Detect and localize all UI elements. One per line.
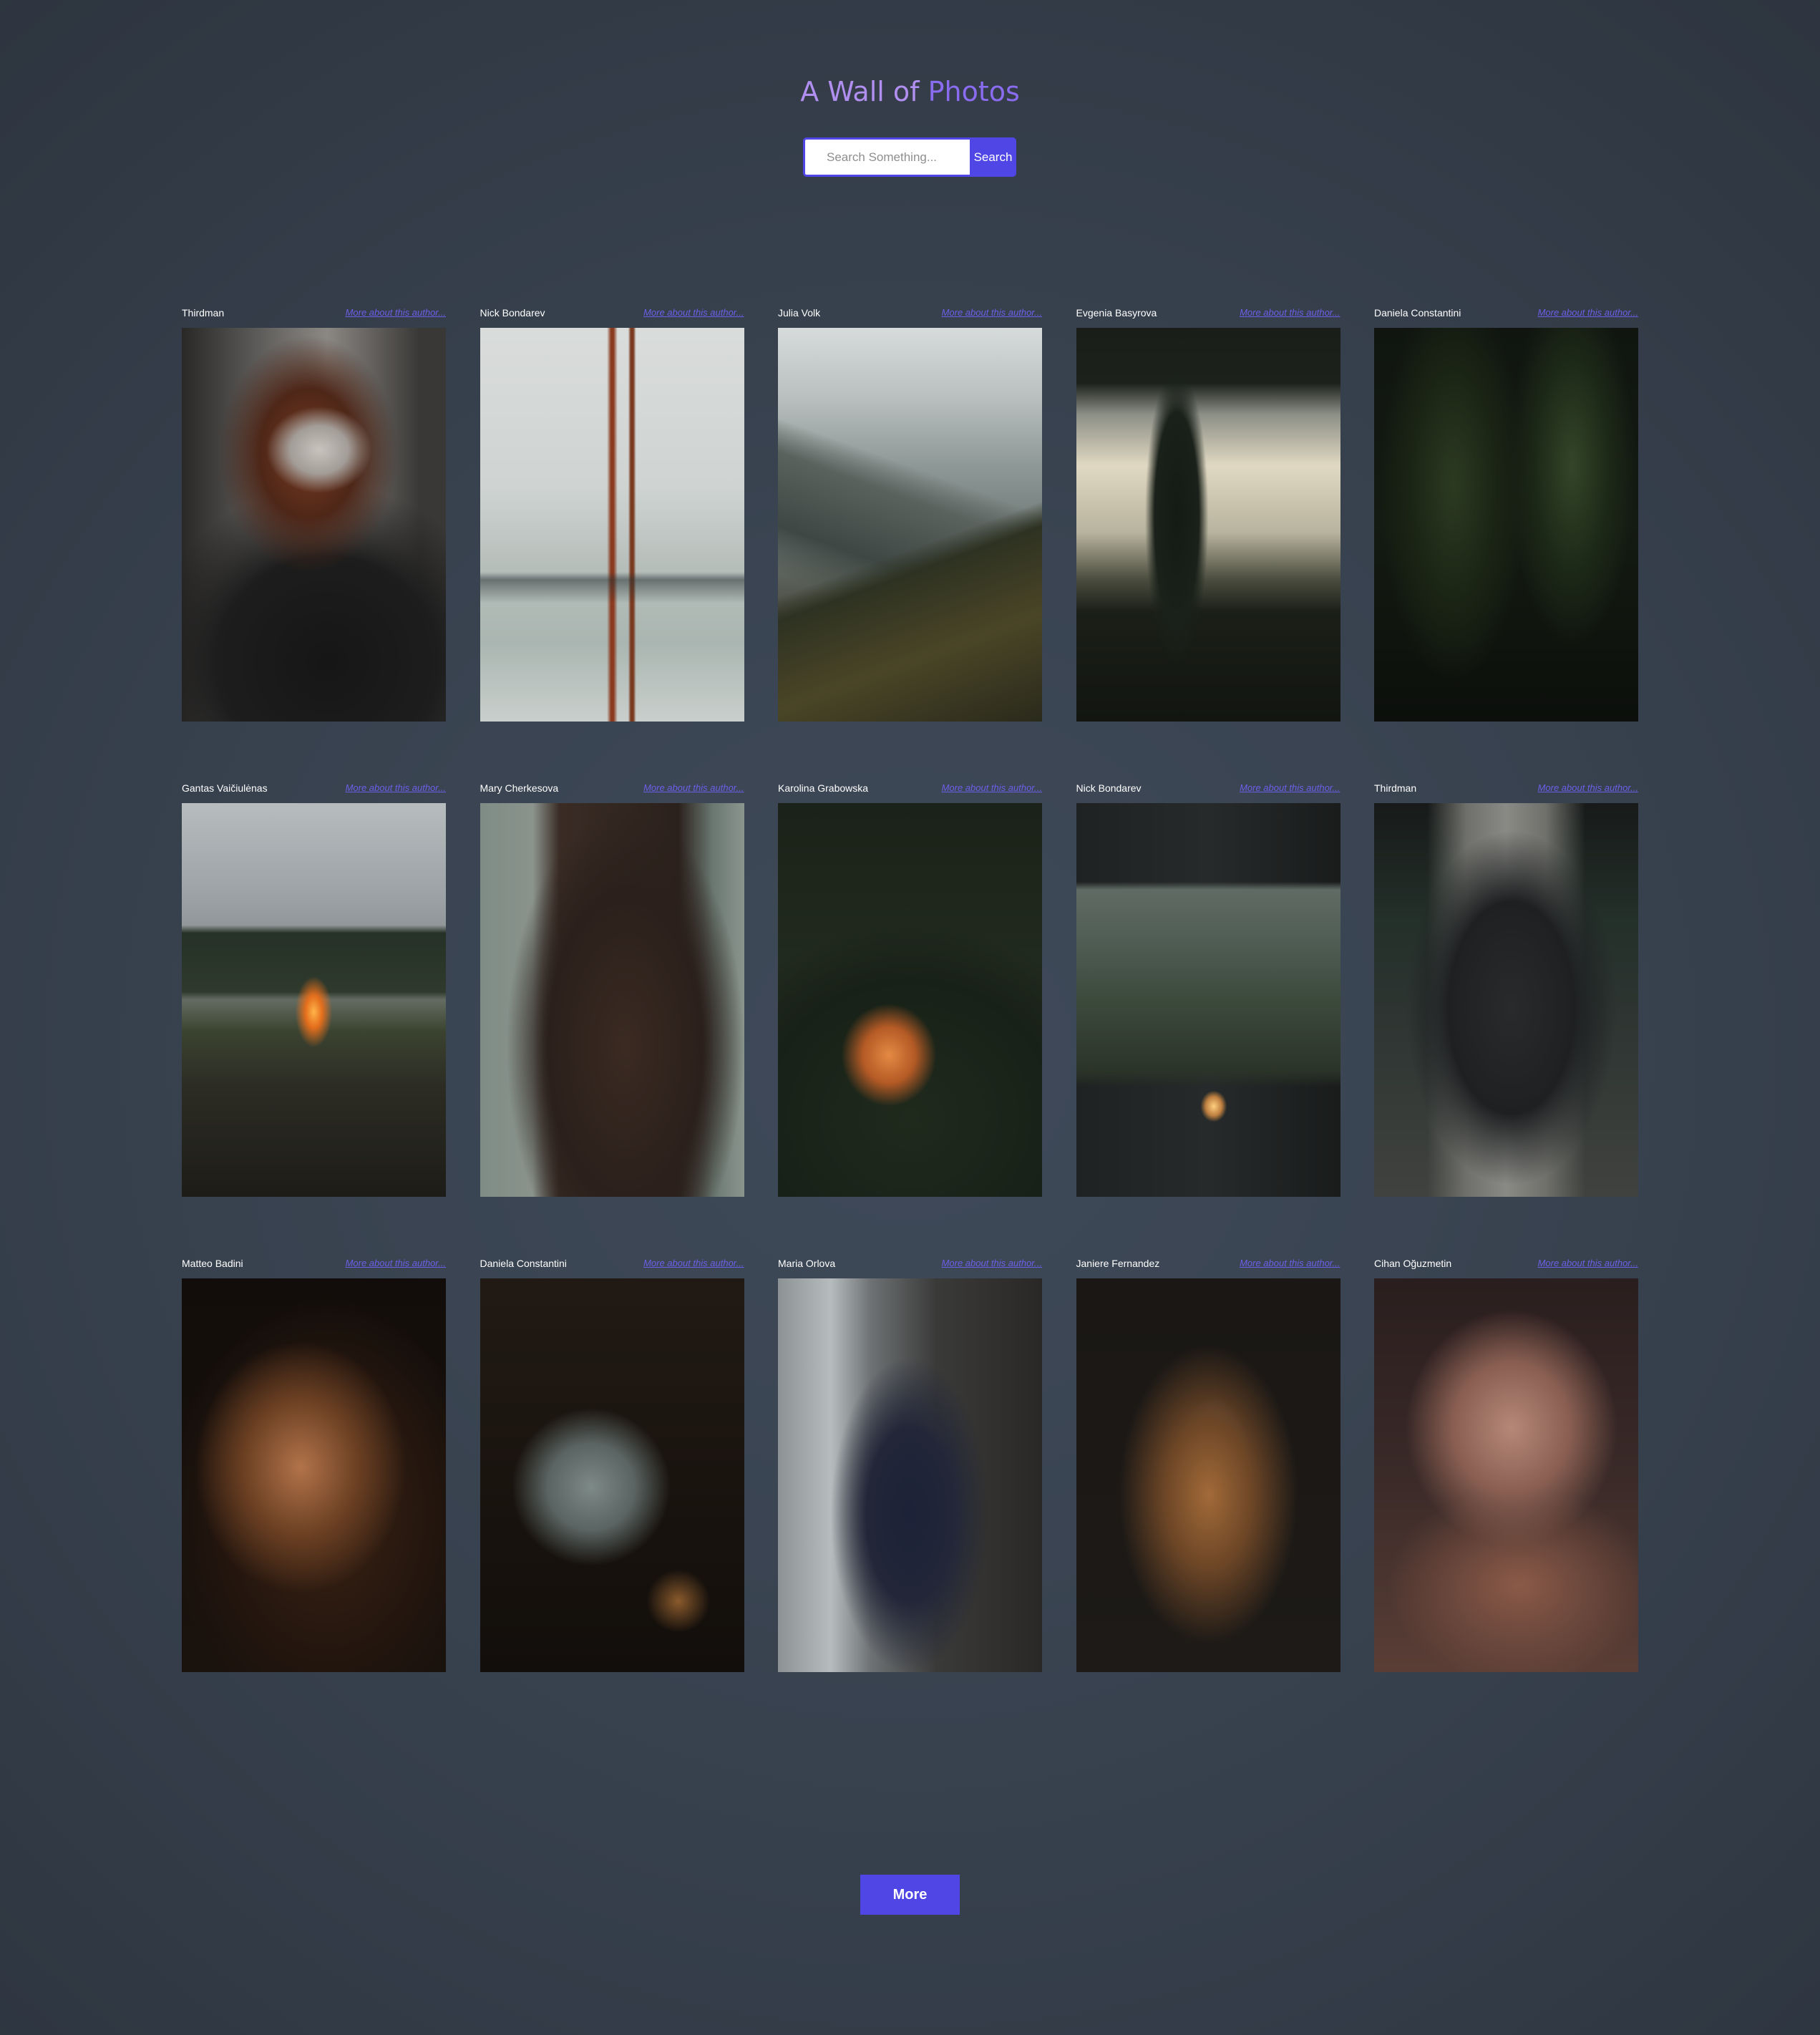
author-link[interactable]: More about this author...	[346, 1257, 446, 1270]
author-name: Daniela Constantini	[480, 1258, 567, 1269]
photo-card: Daniela Constantini More about this auth…	[1374, 306, 1638, 722]
author-name: Thirdman	[1374, 782, 1417, 794]
photo-card: Janiere Fernandez More about this author…	[1076, 1257, 1340, 1672]
author-name: Nick Bondarev	[1076, 782, 1142, 794]
photo-image[interactable]	[1076, 1278, 1340, 1672]
photo-card-header: Thirdman More about this author...	[1374, 782, 1638, 803]
photo-card-header: Karolina Grabowska More about this autho…	[778, 782, 1042, 803]
author-name: Matteo Badini	[182, 1258, 243, 1269]
photo-image[interactable]	[182, 328, 446, 722]
photo-card-header: Mary Cherkesova More about this author..…	[480, 782, 744, 803]
photo-card-header: Nick Bondarev More about this author...	[480, 306, 744, 328]
photo-image[interactable]	[778, 803, 1042, 1197]
author-link[interactable]: More about this author...	[643, 1257, 744, 1270]
photo-image[interactable]	[1076, 803, 1340, 1197]
photo-card-header: Nick Bondarev More about this author...	[1076, 782, 1340, 803]
author-link[interactable]: More about this author...	[346, 306, 446, 319]
author-name: Evgenia Basyrova	[1076, 307, 1157, 319]
more-button[interactable]: More	[860, 1875, 960, 1915]
author-link[interactable]: More about this author...	[1240, 782, 1340, 795]
photo-image[interactable]	[182, 803, 446, 1197]
author-link[interactable]: More about this author...	[346, 782, 446, 795]
photo-card: Mary Cherkesova More about this author..…	[480, 782, 744, 1197]
photo-card-header: Evgenia Basyrova More about this author.…	[1076, 306, 1340, 328]
search-button[interactable]: Search	[970, 137, 1016, 177]
photo-card-header: Thirdman More about this author...	[182, 306, 446, 328]
author-link[interactable]: More about this author...	[1240, 1257, 1340, 1270]
author-name: Nick Bondarev	[480, 307, 545, 319]
photo-card: Maria Orlova More about this author...	[778, 1257, 1042, 1672]
photo-card-header: Maria Orlova More about this author...	[778, 1257, 1042, 1278]
page-title: A Wall of Photos	[0, 76, 1820, 107]
author-name: Thirdman	[182, 307, 225, 319]
author-name: Mary Cherkesova	[480, 782, 559, 794]
photo-image[interactable]	[1374, 803, 1638, 1197]
author-link[interactable]: More about this author...	[1538, 782, 1638, 795]
author-name: Janiere Fernandez	[1076, 1258, 1160, 1269]
photo-card: Cihan Oğuzmetin More about this author..…	[1374, 1257, 1638, 1672]
photo-card: Thirdman More about this author...	[1374, 782, 1638, 1197]
author-name: Daniela Constantini	[1374, 307, 1461, 319]
author-name: Cihan Oğuzmetin	[1374, 1258, 1452, 1269]
photo-image[interactable]	[1374, 328, 1638, 722]
photo-card-header: Daniela Constantini More about this auth…	[480, 1257, 744, 1278]
photo-card: Matteo Badini More about this author...	[182, 1257, 446, 1672]
photo-image[interactable]	[778, 328, 1042, 722]
author-link[interactable]: More about this author...	[1538, 1257, 1638, 1270]
photo-card: Evgenia Basyrova More about this author.…	[1076, 306, 1340, 722]
page-title-part1: A Wall of	[800, 76, 928, 107]
photo-image[interactable]	[1374, 1278, 1638, 1672]
photo-grid: Thirdman More about this author... Nick …	[182, 306, 1638, 1672]
author-link[interactable]: More about this author...	[942, 782, 1042, 795]
photo-card: Thirdman More about this author...	[182, 306, 446, 722]
page-title-part2: Photos	[928, 76, 1020, 107]
photo-image[interactable]	[480, 803, 744, 1197]
photo-card: Nick Bondarev More about this author...	[480, 306, 744, 722]
author-link[interactable]: More about this author...	[942, 1257, 1042, 1270]
author-link[interactable]: More about this author...	[643, 782, 744, 795]
author-name: Gantas Vaičiulėnas	[182, 782, 268, 794]
photo-card-header: Cihan Oğuzmetin More about this author..…	[1374, 1257, 1638, 1278]
photo-card-header: Daniela Constantini More about this auth…	[1374, 306, 1638, 328]
photo-image[interactable]	[778, 1278, 1042, 1672]
photo-card: Julia Volk More about this author...	[778, 306, 1042, 722]
photo-card: Nick Bondarev More about this author...	[1076, 782, 1340, 1197]
photo-card-header: Janiere Fernandez More about this author…	[1076, 1257, 1340, 1278]
photo-image[interactable]	[1076, 328, 1340, 722]
photo-image[interactable]	[480, 328, 744, 722]
photo-card-header: Julia Volk More about this author...	[778, 306, 1042, 328]
photo-image[interactable]	[480, 1278, 744, 1672]
author-name: Julia Volk	[778, 307, 821, 319]
photo-card: Karolina Grabowska More about this autho…	[778, 782, 1042, 1197]
author-link[interactable]: More about this author...	[1240, 306, 1340, 319]
author-link[interactable]: More about this author...	[643, 306, 744, 319]
photo-card: Daniela Constantini More about this auth…	[480, 1257, 744, 1672]
author-link[interactable]: More about this author...	[942, 306, 1042, 319]
photo-card: Gantas Vaičiulėnas More about this autho…	[182, 782, 446, 1197]
author-link[interactable]: More about this author...	[1538, 306, 1638, 319]
photo-card-header: Gantas Vaičiulėnas More about this autho…	[182, 782, 446, 803]
search-input[interactable]	[803, 137, 970, 177]
search-bar: Search	[803, 137, 1016, 177]
author-name: Maria Orlova	[778, 1258, 836, 1269]
author-name: Karolina Grabowska	[778, 782, 869, 794]
photo-card-header: Matteo Badini More about this author...	[182, 1257, 446, 1278]
photo-image[interactable]	[182, 1278, 446, 1672]
